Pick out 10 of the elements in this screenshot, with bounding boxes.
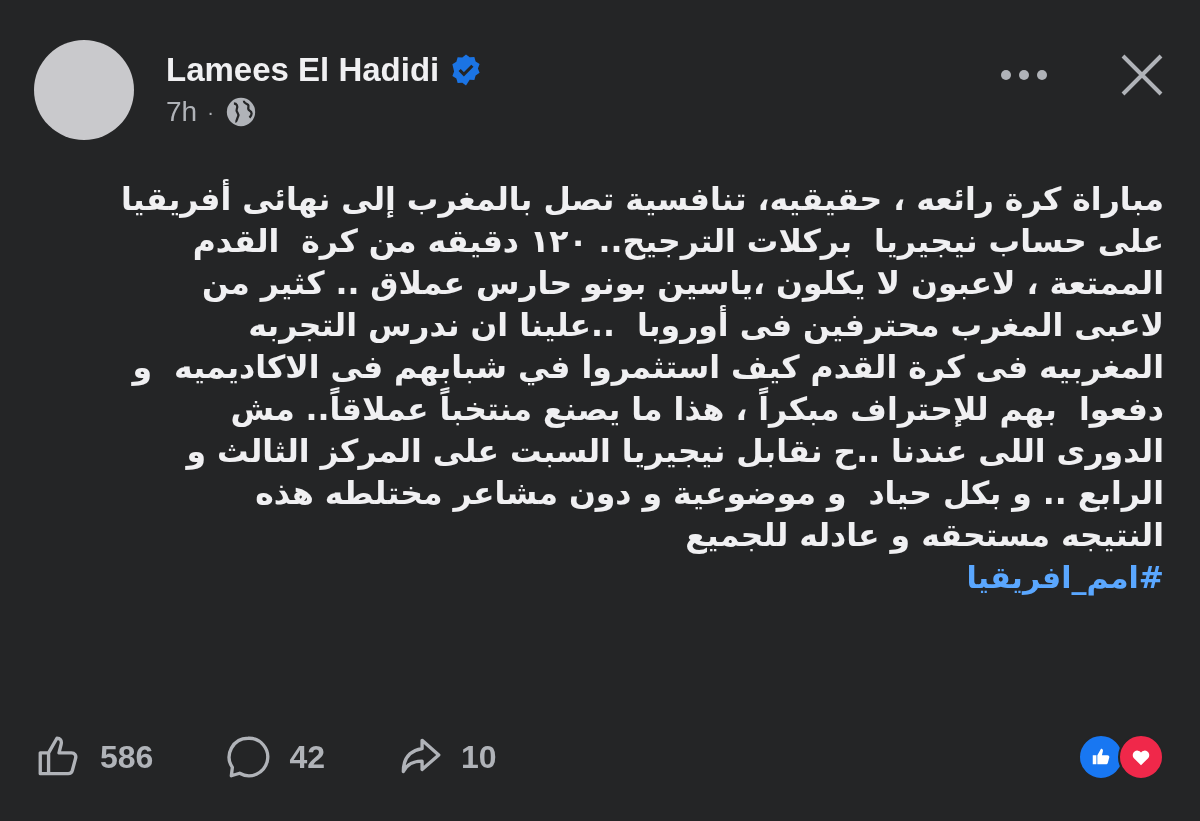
like-button[interactable]: 586 [34, 732, 154, 782]
close-button[interactable] [1120, 53, 1164, 97]
post-text: مباراة كرة رائعه ، حقيقيه، تنافسية تصل بالمغرب إلى نهائى أفريقيا على حساب نيجيريا بركلات الترجيح.. ١٢٠ دقيقه من كرة القدم الممتعة ، لاعبون لا يكلون ،ياسين بونو حارس عملاق .. كثير من لاعبى المغرب محترفين فى أوروبا ..علينا ان ندرس التجربه المغربيه فى كرة القدم كيف استثمروا في شبابهم فى الاكاديميه و دفعوا بهم للإحتراف مبكراً ، هذا ما يصنع منتخباً عملاقاً.. مش الدورى اللى عندنا ..ح نقابل نيجيريا السبت على المركز الثالث و الرابع .. و بكل حياد و موضوعية و دون مشاعر مختلطه هذه النتيجه مستحقه و عادله للجميع [120, 178, 1164, 556]
share-button[interactable]: 10 [395, 732, 497, 782]
separator-dot: · [207, 100, 214, 124]
post-time[interactable]: 7h [166, 96, 198, 128]
comment-button[interactable]: 42 [223, 732, 325, 782]
hashtag-link[interactable]: #امم_افريقيا [966, 556, 1164, 600]
more-options-button[interactable] [1000, 69, 1048, 81]
author-name[interactable]: Lamees El Hadidi [166, 51, 440, 89]
